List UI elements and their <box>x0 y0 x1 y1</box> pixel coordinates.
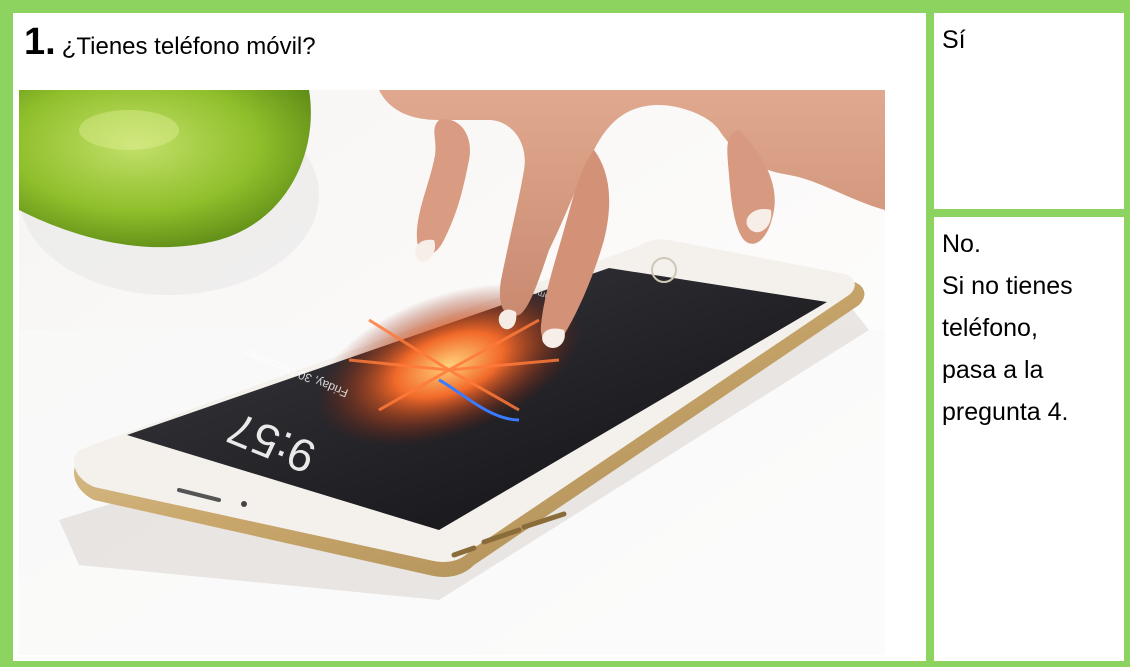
phone-camera <box>241 501 247 507</box>
option-no-line: pregunta 4. <box>942 398 1069 426</box>
question-table: 1. ¿Tienes teléfono móvil? 9:57 Friday, … <box>0 0 1130 667</box>
question-heading: 1. ¿Tienes teléfono móvil? <box>24 21 316 64</box>
option-no-cell: No. Si no tienes teléfono, pasa a la pre… <box>934 217 1124 661</box>
option-no-line: pasa a la <box>942 356 1044 384</box>
question-text: ¿Tienes teléfono móvil? <box>61 33 316 60</box>
option-no-line: teléfono, <box>942 314 1038 342</box>
option-no-text: No. Si no tienes teléfono, pasa a la pre… <box>942 223 1073 433</box>
question-number: 1. <box>24 21 56 63</box>
option-no-line: Si no tienes <box>942 272 1073 300</box>
option-yes-cell: Sí <box>934 13 1124 209</box>
option-no-line: No. <box>942 230 981 258</box>
option-yes-label: Sí <box>942 26 966 54</box>
question-cell: 1. ¿Tienes teléfono móvil? 9:57 Friday, … <box>13 13 926 661</box>
smartphone-photo: 9:57 Friday, 30 December Press home to u… <box>19 90 885 655</box>
apple <box>19 90 319 295</box>
